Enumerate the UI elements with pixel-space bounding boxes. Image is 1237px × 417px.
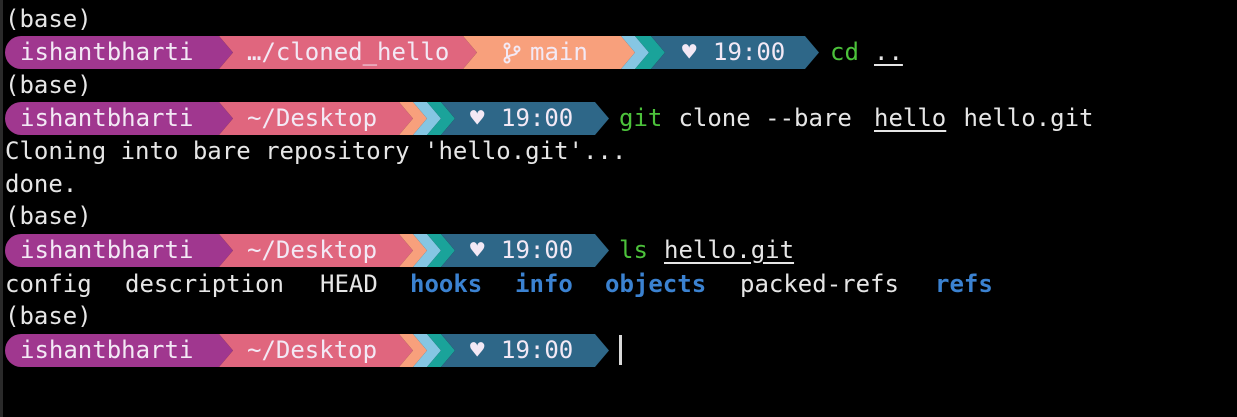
- prompt-user: ishantbharti: [20, 38, 194, 66]
- prompt-user: ishantbharti: [20, 104, 194, 132]
- prompt-user: ishantbharti: [20, 336, 194, 364]
- command-arg: hello.git: [664, 236, 795, 264]
- command-bin: git: [619, 104, 663, 132]
- command-bin: ls: [619, 236, 648, 264]
- command-arg: ..: [874, 38, 903, 66]
- ls-dir: info: [515, 270, 573, 298]
- text-cursor[interactable]: [619, 335, 622, 365]
- prompt-time: 19:00: [501, 236, 574, 264]
- prompt-time: 19:00: [501, 336, 574, 364]
- prompt-path: ~/Desktop: [247, 236, 378, 264]
- env-label: (base): [5, 71, 92, 99]
- command-text: clone --bare: [664, 104, 867, 132]
- heart-icon: ♥: [682, 38, 697, 66]
- env-label: (base): [5, 202, 92, 230]
- prompt-time: 19:00: [713, 38, 786, 66]
- prompt: ishantbharti …/cloned_hello main ♥ 19:00: [5, 36, 905, 69]
- ls-file: description: [125, 270, 284, 298]
- heart-icon: ♥: [470, 336, 485, 364]
- prompt-path: ~/Desktop: [247, 104, 378, 132]
- command-text: hello.git: [949, 104, 1094, 132]
- heart-icon: ♥: [470, 104, 485, 132]
- ls-dir: objects: [605, 270, 707, 298]
- env-label: (base): [5, 5, 92, 33]
- ls-file: HEAD: [320, 270, 378, 298]
- prompt-time: 19:00: [501, 104, 574, 132]
- env-label: (base): [5, 302, 92, 330]
- ls-file: config: [5, 270, 92, 298]
- ls-file: packed-refs: [740, 270, 899, 298]
- command-bin: cd: [830, 38, 859, 66]
- prompt: ishantbharti ~/Desktop ♥ 19:00: [5, 334, 625, 367]
- heart-icon: ♥: [470, 236, 485, 264]
- prompt-branch: main: [530, 38, 588, 66]
- output-line: Cloning into bare repository 'hello.git'…: [5, 137, 627, 165]
- output-line: done.: [5, 170, 78, 198]
- prompt: ishantbharti ~/Desktop ♥ 19:00: [5, 102, 625, 135]
- prompt: ishantbharti ~/Desktop ♥ 19:00: [5, 234, 625, 267]
- ls-dir: hooks: [410, 270, 483, 298]
- prompt-path: ~/Desktop: [247, 336, 378, 364]
- command-arg: hello: [874, 104, 947, 132]
- scrollbar[interactable]: [0, 0, 3, 417]
- ls-dir: refs: [935, 270, 993, 298]
- prompt-path: …/cloned_hello: [247, 38, 450, 66]
- prompt-user: ishantbharti: [20, 236, 194, 264]
